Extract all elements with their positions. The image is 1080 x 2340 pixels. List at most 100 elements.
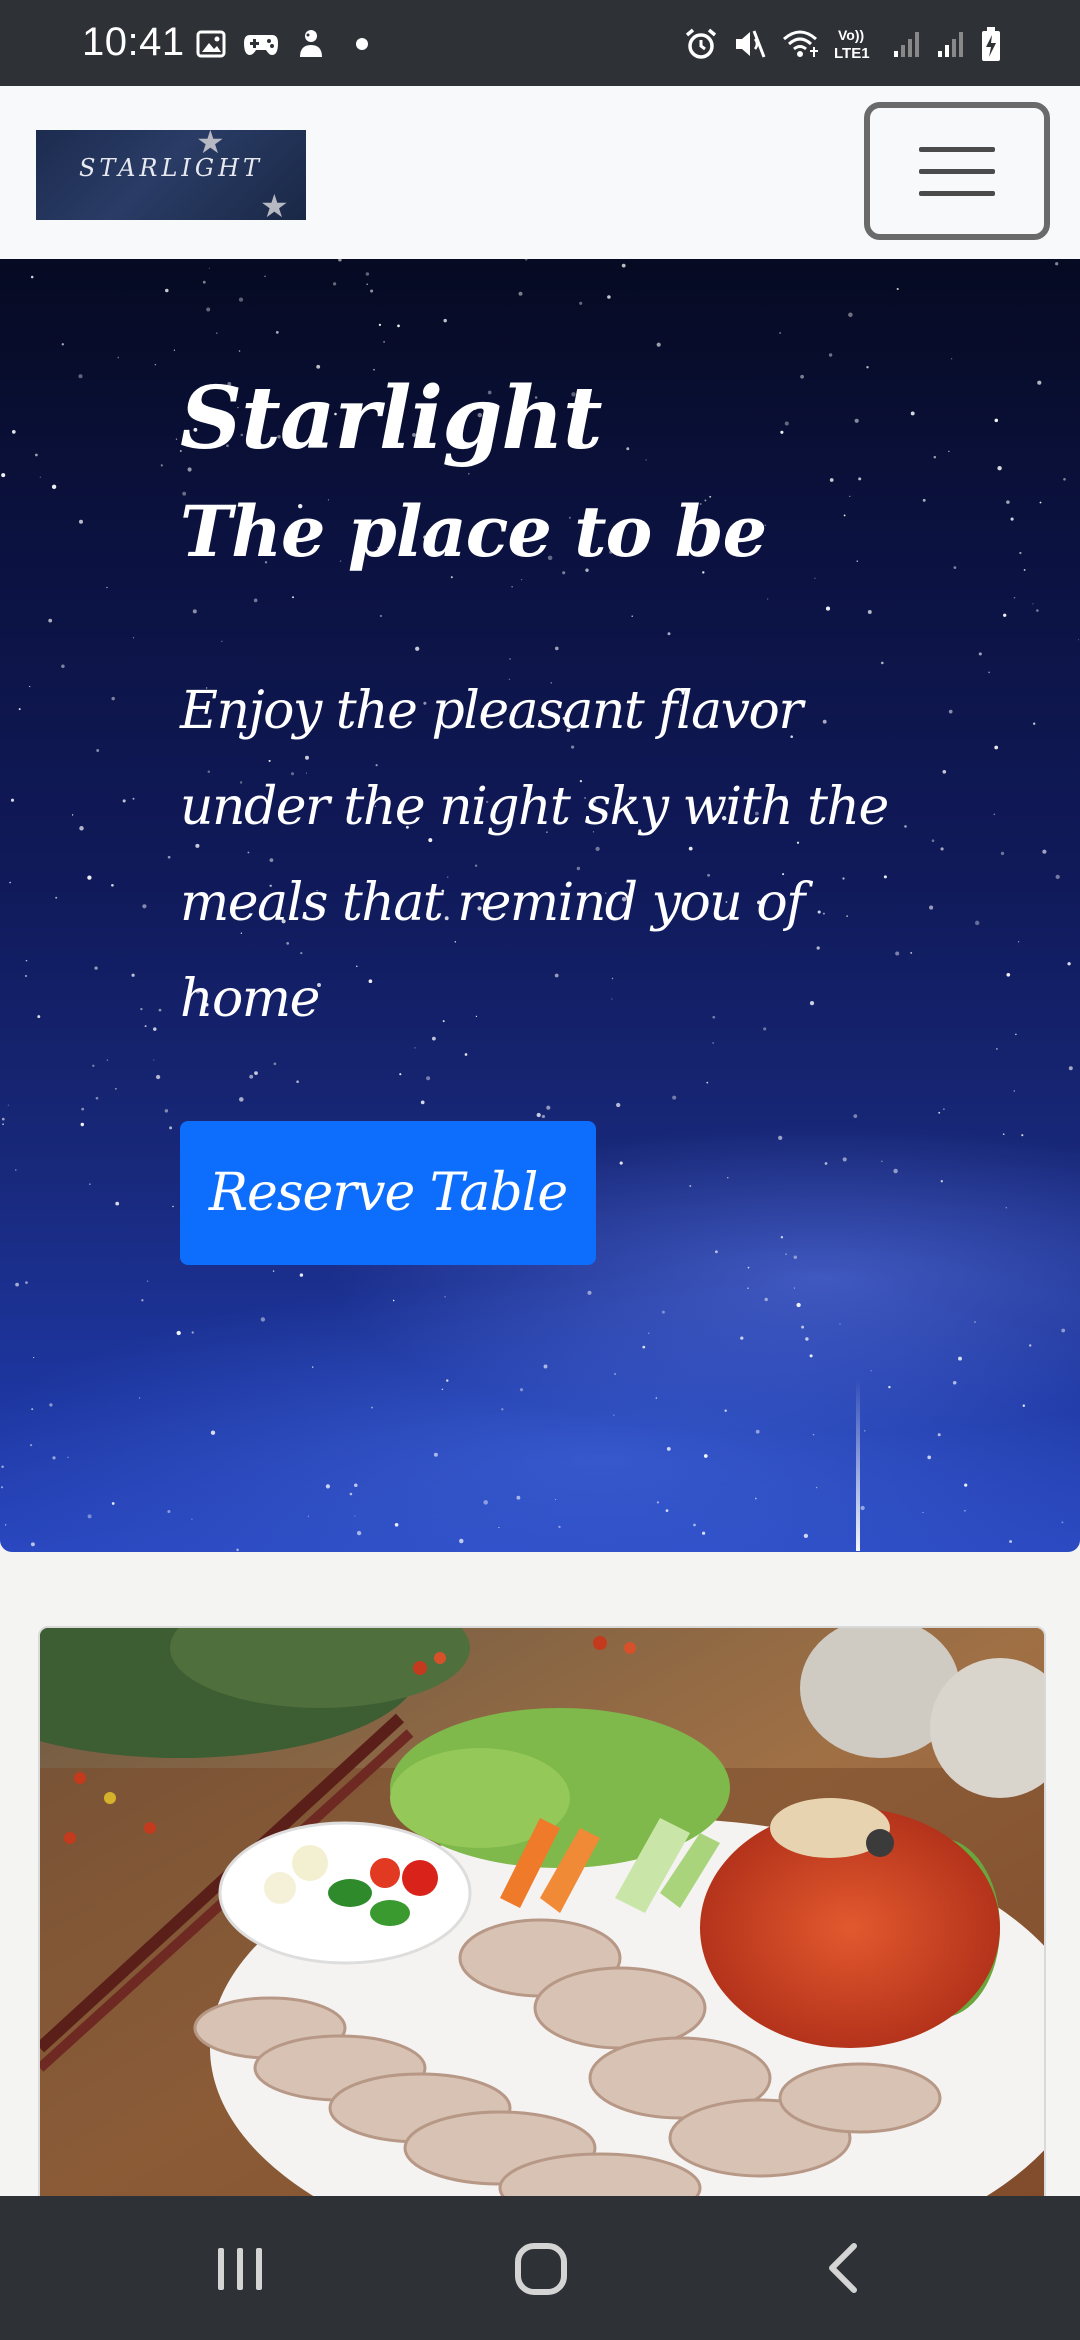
star-dot	[988, 671, 990, 674]
home-icon[interactable]	[514, 2242, 568, 2300]
star-dot	[132, 797, 135, 800]
star-dot	[706, 1081, 709, 1084]
star-dot	[206, 307, 211, 312]
navbar: ★ ★ STARLIGHT	[0, 86, 1080, 259]
star-dot	[922, 1512, 924, 1513]
star-dot	[153, 1059, 155, 1061]
star-dot	[724, 1409, 727, 1412]
status-left-icons	[196, 26, 368, 62]
star-dot	[805, 1337, 809, 1341]
logo-star-icon: ★	[260, 187, 289, 220]
svg-text:LTE1: LTE1	[834, 45, 870, 62]
star-dot	[49, 1403, 53, 1407]
status-time: 10:41	[82, 20, 185, 64]
star-dot	[165, 288, 169, 293]
star-dot	[940, 847, 944, 851]
star-dot	[371, 1406, 373, 1409]
star-dot	[1037, 380, 1042, 385]
star-dot	[661, 1310, 665, 1314]
star-dot	[144, 1025, 147, 1028]
star-dot	[952, 1381, 957, 1385]
star-dot	[78, 374, 83, 379]
star-dot	[842, 1157, 847, 1162]
reserve-table-button[interactable]: Reserve Table	[180, 1121, 596, 1265]
star-dot	[153, 1027, 157, 1031]
star-dot	[953, 566, 957, 569]
star-dot	[154, 363, 157, 366]
star-dot	[122, 799, 126, 803]
star-dot	[607, 295, 611, 299]
star-dot	[30, 1542, 35, 1547]
star-dot	[55, 896, 58, 899]
star-dot	[1009, 1540, 1013, 1543]
star-dot	[132, 637, 135, 639]
star-dot	[672, 1095, 677, 1100]
star-dot	[1013, 1090, 1015, 1092]
star-dot	[111, 883, 114, 887]
star-dot	[131, 973, 135, 977]
star-dot	[33, 1357, 35, 1359]
star-dot	[1036, 609, 1039, 612]
star-dot	[238, 297, 244, 302]
star-dot	[747, 1266, 750, 1269]
star-dot	[518, 291, 523, 296]
star-dot	[275, 331, 279, 334]
star-dot	[443, 318, 447, 323]
star-dot	[1063, 478, 1066, 481]
star-dot	[501, 1408, 504, 1411]
star-dot	[383, 340, 386, 343]
star-dot	[779, 332, 781, 334]
star-dot	[541, 1114, 546, 1119]
star-dot	[1015, 1033, 1017, 1036]
recent-apps-icon[interactable]	[216, 2244, 264, 2298]
starlight-logo[interactable]: ★ ★ STARLIGHT	[36, 130, 306, 220]
star-dot	[755, 1429, 760, 1434]
star-dot	[392, 1299, 395, 1302]
star-dot	[87, 875, 92, 880]
mute-icon	[732, 27, 766, 61]
hero-section: Starlight The place to be Enjoy the plea…	[0, 259, 1080, 1552]
star-dot	[25, 959, 28, 962]
star-dot	[693, 1523, 696, 1527]
star-dot	[860, 1505, 865, 1511]
star-dot	[740, 1336, 744, 1340]
star-dot	[264, 275, 266, 278]
star-dot	[893, 1168, 898, 1174]
star-dot	[172, 1205, 174, 1208]
food-image-card	[38, 1626, 1046, 2200]
star-dot	[701, 1531, 706, 1535]
star-dot	[614, 1372, 617, 1376]
star-dot	[202, 280, 206, 284]
star-dot	[79, 519, 83, 524]
hamburger-menu-button[interactable]	[864, 102, 1050, 240]
star-dot	[420, 1100, 425, 1105]
star-dot	[378, 323, 382, 327]
star-dot	[785, 1253, 788, 1256]
star-dot	[958, 1356, 962, 1361]
star-dot	[444, 1296, 446, 1298]
star-dot	[1022, 1404, 1025, 1407]
star-dot	[997, 466, 1002, 471]
star-dot	[950, 358, 953, 360]
star-dot	[1077, 639, 1080, 641]
back-icon[interactable]	[822, 2240, 862, 2300]
star-dot	[747, 1287, 749, 1289]
star-dot	[111, 696, 115, 701]
star-dot	[87, 1514, 92, 1519]
star-dot	[1021, 1134, 1024, 1137]
star-dot	[656, 1501, 660, 1504]
star-dot	[7, 1104, 9, 1106]
star-dot	[146, 1280, 149, 1282]
hamburger-menu-icon	[919, 146, 995, 152]
star-dot	[778, 1135, 783, 1141]
star-dot	[61, 343, 64, 346]
hero-content: Starlight The place to be Enjoy the plea…	[180, 369, 940, 1047]
star-dot	[433, 1452, 438, 1457]
star-dot	[92, 1064, 95, 1068]
star-dot	[4, 1524, 7, 1526]
star-dot	[464, 1053, 468, 1056]
star-dot	[1006, 972, 1011, 977]
star-dot	[1068, 1066, 1073, 1071]
star-dot	[1019, 551, 1022, 555]
star-dot	[796, 1302, 801, 1308]
